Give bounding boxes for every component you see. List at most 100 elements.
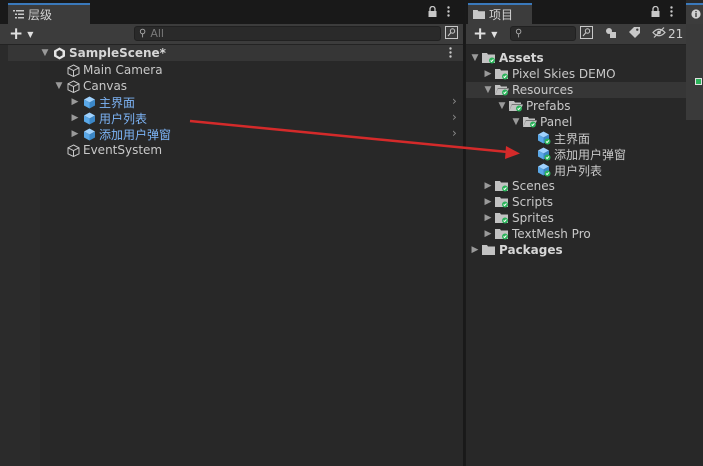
prefab-icon [537, 131, 551, 145]
hierarchy-item-user-list[interactable]: ▶ 用户列表 [70, 110, 147, 126]
item-label: 主界面 [99, 95, 136, 110]
hierarchy-item-canvas[interactable]: ▼ Canvas [54, 78, 128, 94]
prefab-icon [537, 147, 551, 161]
lock-icon[interactable] [428, 5, 437, 20]
project-item-textmesh-pro[interactable]: ▶ TextMesh Pro [483, 226, 591, 242]
tab-inspector[interactable] [686, 3, 703, 24]
project-prefab-main-panel[interactable]: 主界面 [537, 130, 590, 146]
info-icon [691, 8, 701, 22]
create-asset-dropdown-button[interactable]: + ▼ [473, 24, 497, 44]
hierarchy-search-input[interactable]: ⚲ All [134, 26, 441, 41]
project-toolbar: + ▼ ⚲ 21 [466, 24, 686, 45]
project-item-panel[interactable]: ▼ Panel [511, 114, 573, 130]
chevron-right-icon[interactable]: › [452, 94, 457, 108]
folder-open-icon [495, 83, 509, 97]
hierarchy-item-main-panel[interactable]: ▶ 主界面 [70, 94, 135, 110]
plus-icon: + [473, 24, 488, 44]
collapse-triangle-icon[interactable]: ▶ [70, 129, 80, 139]
prefab-icon [82, 111, 96, 125]
collapse-triangle-icon[interactable]: ▶ [70, 113, 80, 123]
project-item-assets[interactable]: ▼ Assets [470, 50, 544, 66]
item-label: Main Camera [83, 63, 163, 77]
folder-icon [482, 51, 496, 65]
expand-triangle-icon[interactable]: ▼ [483, 85, 493, 95]
item-label: 用户列表 [99, 111, 148, 126]
tab-project[interactable]: 项目 [468, 3, 532, 24]
hierarchy-toolbar: + ▼ ⚲ All [0, 24, 463, 45]
plus-icon: + [9, 24, 24, 44]
expand-triangle-icon[interactable]: ▼ [470, 53, 480, 63]
cube-icon [66, 143, 80, 157]
collapse-triangle-icon[interactable]: ▶ [470, 245, 480, 255]
project-tab-bar: 项目 [466, 0, 686, 24]
scene-name: SampleScene* [69, 46, 166, 60]
unity-scene-icon [52, 46, 66, 60]
hierarchy-panel: 层级 + ▼ ⚲ All ▼ SampleScene* Main Camera … [0, 0, 463, 466]
collapse-triangle-icon[interactable]: ▶ [483, 181, 493, 191]
hidden-count: 21 [668, 27, 684, 41]
folder-open-icon [523, 115, 537, 129]
folder-icon [482, 243, 496, 257]
scene-kebab-menu-icon[interactable] [449, 47, 452, 61]
collapse-triangle-icon[interactable]: ▶ [483, 69, 493, 79]
hierarchy-item-add-user-popup[interactable]: ▶ 添加用户弹窗 [70, 126, 171, 142]
list-icon [13, 8, 24, 22]
project-item-pixel-skies[interactable]: ▶ Pixel Skies DEMO [483, 66, 616, 82]
hierarchy-item-eventsystem[interactable]: EventSystem [66, 142, 162, 158]
search-by-type-icon[interactable] [443, 26, 459, 42]
item-label: 主界面 [554, 131, 591, 146]
expand-triangle-icon[interactable]: ▼ [40, 48, 50, 58]
hierarchy-item-main-camera[interactable]: Main Camera [66, 62, 163, 78]
project-item-sprites[interactable]: ▶ Sprites [483, 210, 554, 226]
eye-off-icon [652, 27, 666, 41]
item-label: 用户列表 [554, 163, 603, 178]
folder-icon [495, 227, 509, 241]
inspector-header [686, 24, 703, 120]
hidden-packages-toggle[interactable]: 21 [652, 26, 683, 42]
item-label: Canvas [83, 79, 128, 93]
project-search-input[interactable]: ⚲ [510, 26, 576, 41]
lock-icon[interactable] [651, 5, 660, 20]
prefab-icon [82, 95, 96, 109]
filter-by-type-icon[interactable] [602, 26, 618, 42]
expand-triangle-icon[interactable]: ▼ [497, 101, 507, 111]
tab-project-label: 项目 [489, 8, 514, 22]
create-dropdown-button[interactable]: + ▼ [9, 24, 33, 44]
prefab-icon [537, 163, 551, 177]
project-prefab-add-user-popup[interactable]: 添加用户弹窗 [537, 146, 626, 162]
project-item-scenes[interactable]: ▶ Scenes [483, 178, 555, 194]
search-icon: ⚲ [515, 28, 523, 39]
expand-triangle-icon[interactable]: ▼ [511, 117, 521, 127]
project-panel: 项目 + ▼ ⚲ 21 ▼ Assets ▶ Pixel Skies DEMO … [465, 0, 686, 466]
scene-row[interactable]: ▼ SampleScene* [40, 45, 166, 61]
folder-icon [495, 195, 509, 209]
project-item-packages[interactable]: ▶ Packages [470, 242, 563, 258]
collapse-triangle-icon[interactable]: ▶ [483, 197, 493, 207]
cube-icon [66, 63, 80, 77]
project-item-resources[interactable]: ▼ Resources [483, 82, 574, 98]
chevron-right-icon[interactable]: › [452, 126, 457, 140]
caret-down-icon: ▼ [491, 29, 498, 39]
collapse-triangle-icon[interactable]: ▶ [483, 213, 493, 223]
item-label: 添加用户弹窗 [554, 147, 627, 162]
expand-triangle-icon[interactable]: ▼ [54, 81, 64, 91]
project-item-scripts[interactable]: ▶ Scripts [483, 194, 554, 210]
kebab-menu-icon[interactable] [447, 6, 450, 20]
tab-hierarchy[interactable]: 层级 [8, 3, 90, 24]
project-prefab-user-list[interactable]: 用户列表 [537, 162, 602, 178]
item-label: Resources [512, 83, 574, 97]
folder-icon [495, 179, 509, 193]
hierarchy-gutter [0, 45, 40, 466]
kebab-menu-icon[interactable] [670, 6, 673, 20]
chevron-right-icon[interactable]: › [452, 110, 457, 124]
collapse-triangle-icon[interactable]: ▶ [483, 229, 493, 239]
folder-open-icon [509, 99, 523, 113]
search-by-type-icon[interactable] [578, 26, 594, 42]
item-label: Prefabs [526, 99, 571, 113]
collapse-triangle-icon[interactable]: ▶ [70, 97, 80, 107]
project-item-prefabs[interactable]: ▼ Prefabs [497, 98, 571, 114]
inspector-checkbox[interactable] [695, 78, 702, 85]
search-icon: ⚲ [139, 28, 147, 39]
tag-icon[interactable] [626, 26, 642, 42]
item-label: Pixel Skies DEMO [512, 67, 616, 81]
